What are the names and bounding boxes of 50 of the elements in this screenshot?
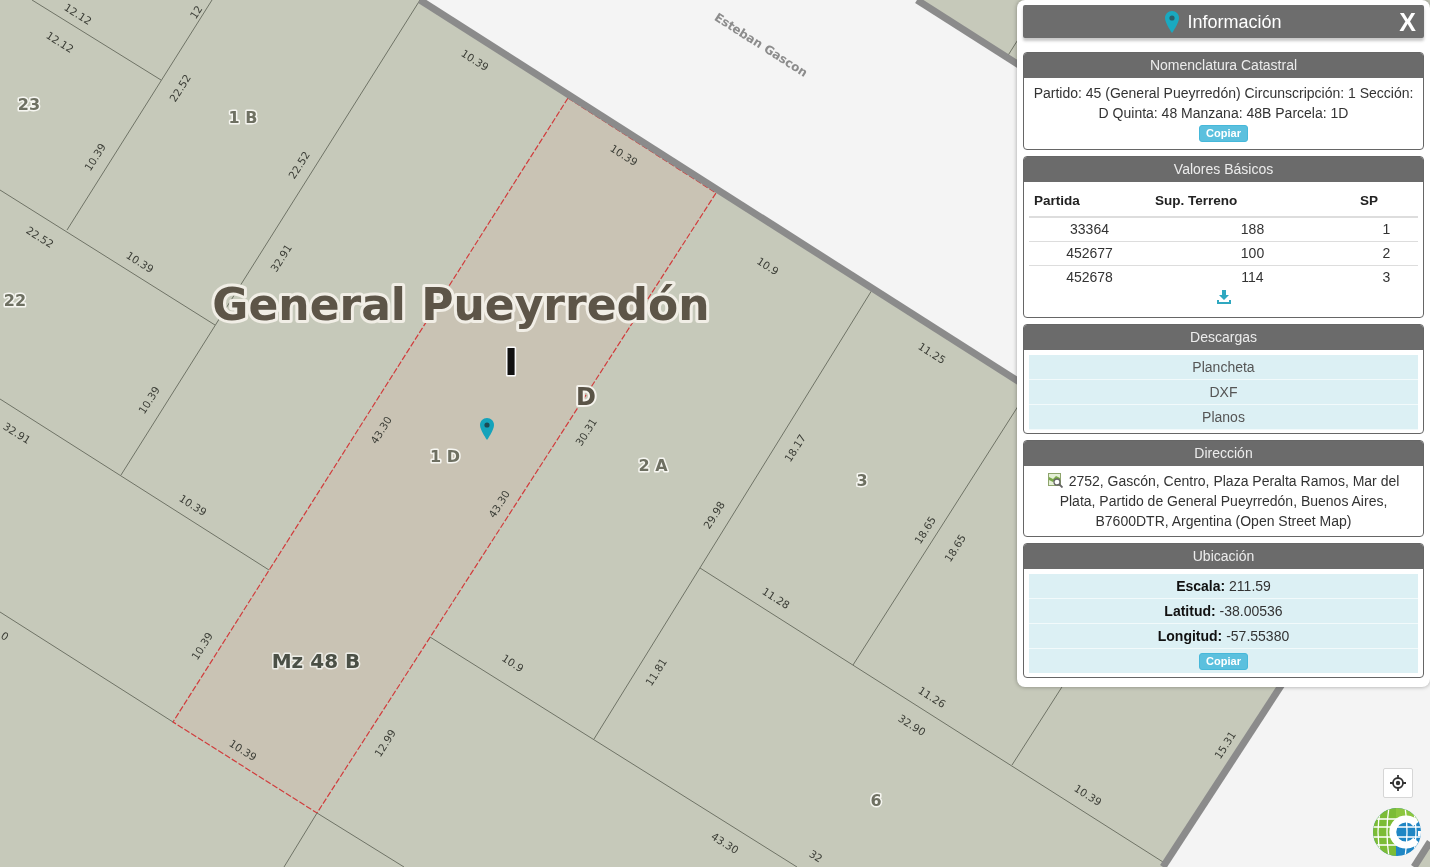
panel-title: Información xyxy=(1187,10,1282,33)
location-field: Escala: 211.59 xyxy=(1029,574,1418,599)
address-text: 2752, Gascón, Centro, Plaza Peralta Ramos, Mar del Plata, Partido de General Pueyrredón, Buenos Aires, B7600DTR, Argentina (Open Street Map) xyxy=(1059,473,1400,529)
column-header: Partida xyxy=(1029,187,1150,217)
location-pin-icon xyxy=(1165,10,1180,33)
table-cell: 1 xyxy=(1355,217,1418,241)
nomenclature-text: Partido: 45 (General Pueyrredón) Circunscripción: 1 Sección: D Quinta: 48 Manzana: 48B Parcela: 1D xyxy=(1032,84,1415,123)
table-cell: 188 xyxy=(1150,217,1355,241)
table-cell: 452678 xyxy=(1029,265,1150,289)
table-cell: 114 xyxy=(1150,265,1355,289)
block-label: Mz 48 B xyxy=(271,649,361,673)
dimension-label: 12 xyxy=(187,3,205,21)
table-cell: 452677 xyxy=(1029,241,1150,265)
parcel-number: 3 xyxy=(856,470,868,490)
street-edge-line xyxy=(1411,840,1430,867)
parcel-number: 22 xyxy=(3,290,27,310)
table-cell: 3 xyxy=(1355,265,1418,289)
map-search-icon xyxy=(1047,473,1063,488)
download-link[interactable]: Plancheta xyxy=(1029,355,1418,380)
download-link[interactable]: DXF xyxy=(1029,380,1418,405)
locate-button[interactable] xyxy=(1383,768,1413,798)
location-field: Latitud: -38.00536 xyxy=(1029,599,1418,624)
district-label: I xyxy=(503,340,519,384)
parcel-number: 6 xyxy=(870,790,882,810)
table-cell: 100 xyxy=(1150,241,1355,265)
section-header: Ubicación xyxy=(1024,544,1423,569)
dimension-label: 32 xyxy=(807,847,825,865)
dimension-label: 10.9 xyxy=(754,254,782,278)
column-header: Sup. Terreno xyxy=(1150,187,1355,217)
section-header: Valores Básicos xyxy=(1024,157,1423,182)
dimension-label: 10.9 xyxy=(499,651,527,675)
section-label: D xyxy=(576,383,596,411)
section-header: Descargas xyxy=(1024,325,1423,350)
section-header: Nomenclatura Catastral xyxy=(1024,53,1423,78)
close-button[interactable]: X xyxy=(1393,8,1424,35)
location-field: Longitud: -57.55380 xyxy=(1029,624,1418,649)
parcel-number: 23 xyxy=(17,94,41,114)
download-icon[interactable] xyxy=(1216,290,1231,304)
section-header: Dirección xyxy=(1024,441,1423,466)
parcel-number: 2 A xyxy=(638,455,668,475)
download-link[interactable]: Planos xyxy=(1029,405,1418,430)
municipality-label: General Pueyrredón xyxy=(212,278,710,330)
column-header: SP xyxy=(1355,187,1418,217)
table-cell: 33364 xyxy=(1029,217,1150,241)
location-pin-icon xyxy=(480,418,494,440)
crosshair-icon xyxy=(1390,775,1406,791)
table-cell: 2 xyxy=(1355,241,1418,265)
parcel-number: 1 B xyxy=(228,107,258,127)
dimension-label: 0 xyxy=(0,629,12,643)
parcel-number: 1 D xyxy=(430,446,460,466)
